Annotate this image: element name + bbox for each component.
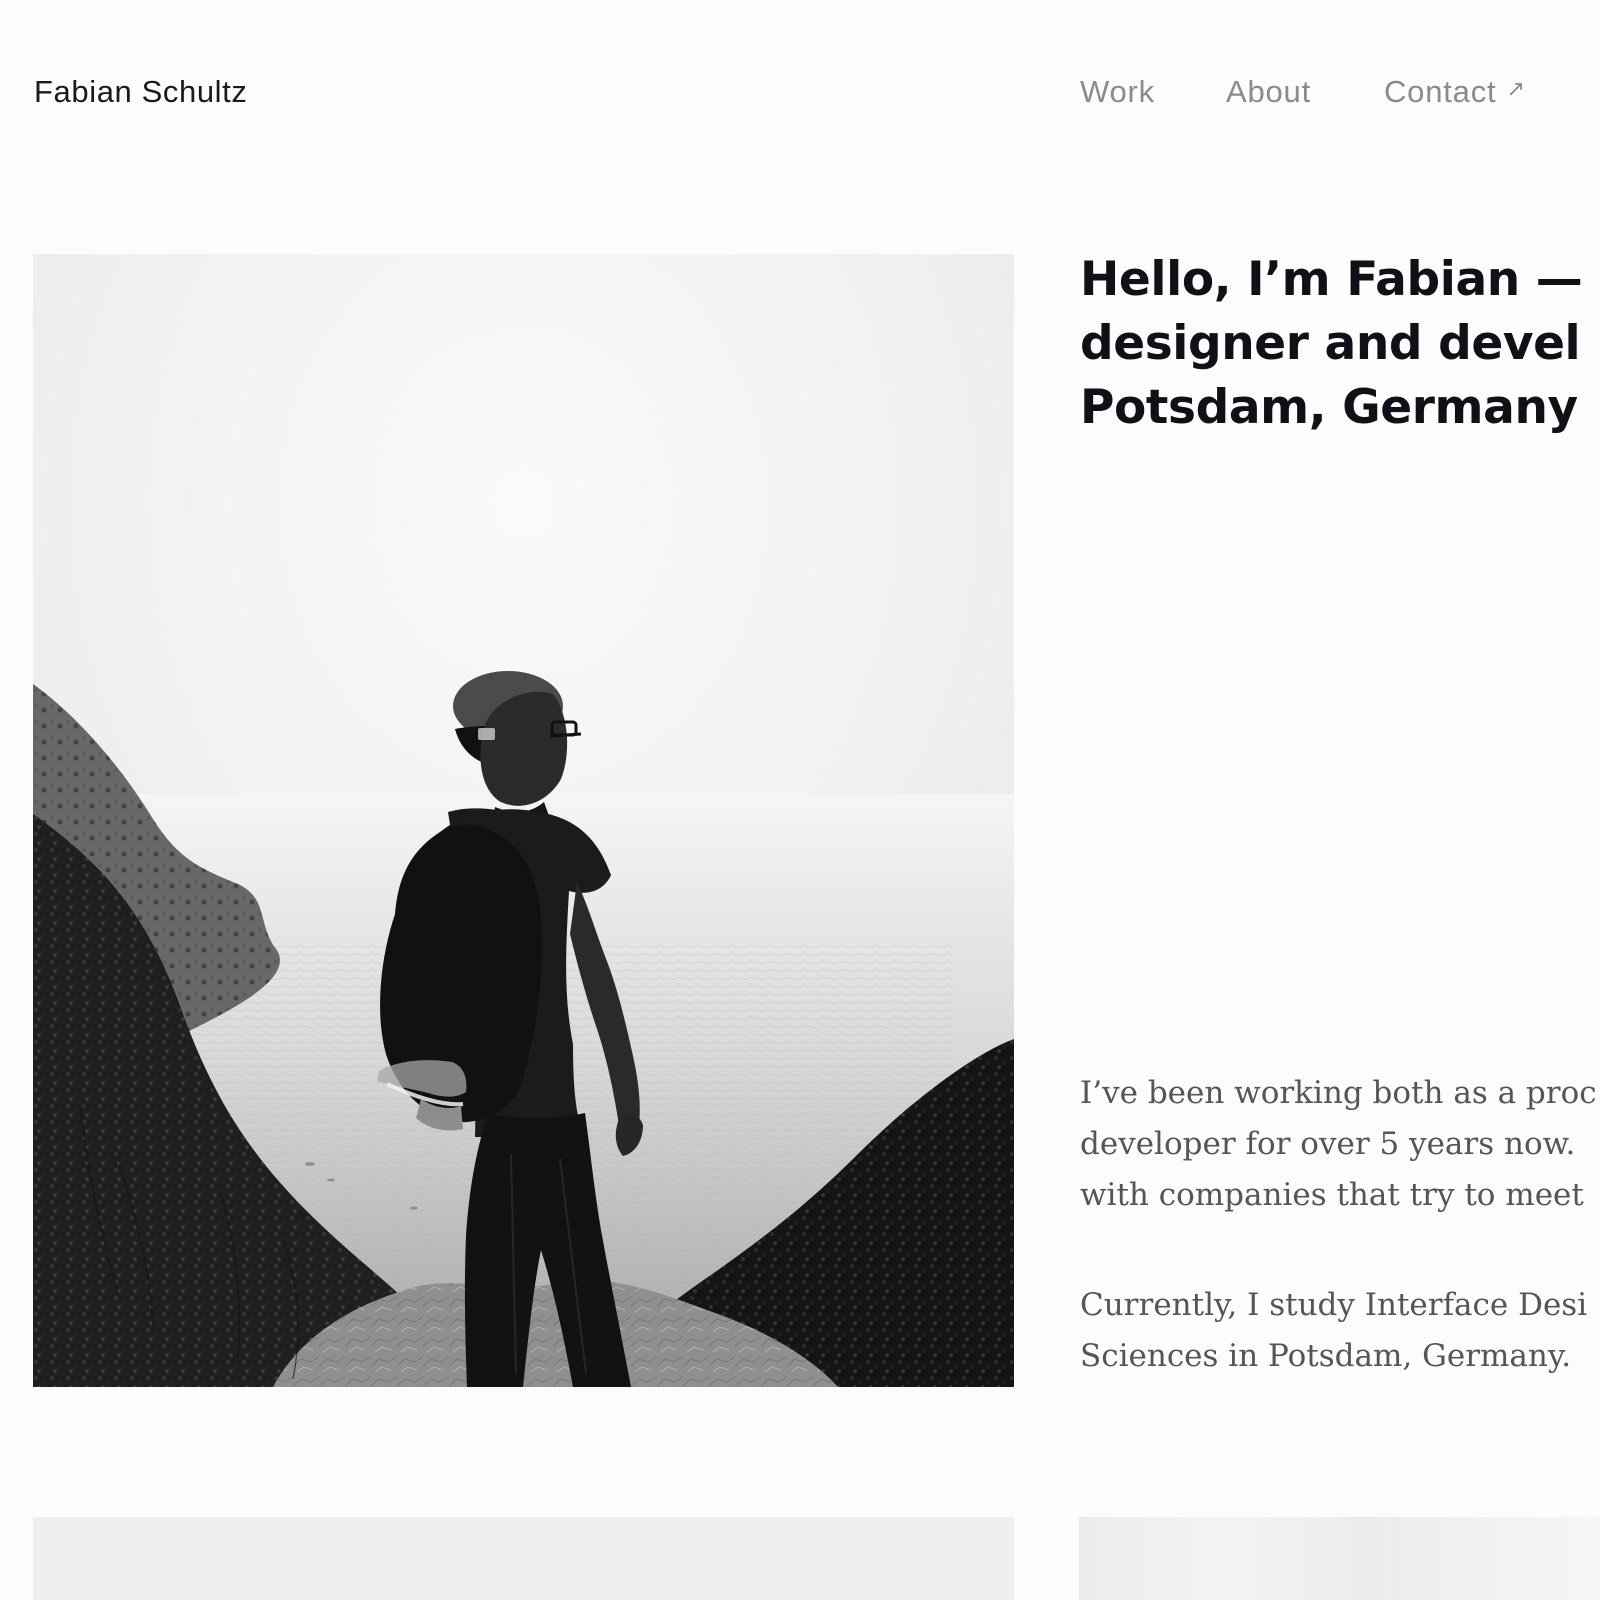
nav-work-label: Work xyxy=(1080,74,1155,109)
headline-line: designer and devel xyxy=(1080,316,1581,371)
nav-work-link[interactable]: Work xyxy=(1080,74,1226,110)
nav-about-label: About xyxy=(1226,74,1312,109)
project-thumbnail[interactable] xyxy=(1079,1517,1600,1600)
bio-paragraph: Currently, I study Interface Desi Scienc… xyxy=(1080,1280,1600,1382)
nav-contact-label: Contact xyxy=(1384,74,1497,109)
site-header: Fabian Schultz Work About Contact ↗ xyxy=(0,0,1600,190)
site-brand[interactable]: Fabian Schultz xyxy=(34,74,247,110)
bio-section: I’ve been working both as a proc develop… xyxy=(1080,1068,1600,1382)
bio-line: Sciences in Potsdam, Germany. xyxy=(1080,1338,1572,1374)
headline-line: Hello, I’m Fabian — xyxy=(1080,252,1583,307)
bio-line: I’ve been working both as a proc xyxy=(1080,1075,1597,1111)
hero-photo xyxy=(33,254,1014,1387)
bio-paragraph: I’ve been working both as a proc develop… xyxy=(1080,1068,1600,1221)
project-thumbnail[interactable] xyxy=(33,1517,1014,1600)
bio-line: developer for over 5 years now. xyxy=(1080,1126,1576,1162)
hero-photo-illustration xyxy=(33,254,1014,1387)
main-navigation: Work About Contact ↗ xyxy=(1080,74,1554,110)
hero-headline: Hello, I’m Fabian — designer and devel P… xyxy=(1080,248,1600,440)
headline-line: Potsdam, Germany xyxy=(1080,380,1578,435)
external-link-arrow-icon: ↗ xyxy=(1506,76,1526,101)
bio-line: Currently, I study Interface Desi xyxy=(1080,1287,1588,1323)
nav-contact-link[interactable]: Contact ↗ xyxy=(1384,74,1554,110)
nav-about-link[interactable]: About xyxy=(1226,74,1384,110)
bio-line: with companies that try to meet xyxy=(1080,1177,1584,1213)
